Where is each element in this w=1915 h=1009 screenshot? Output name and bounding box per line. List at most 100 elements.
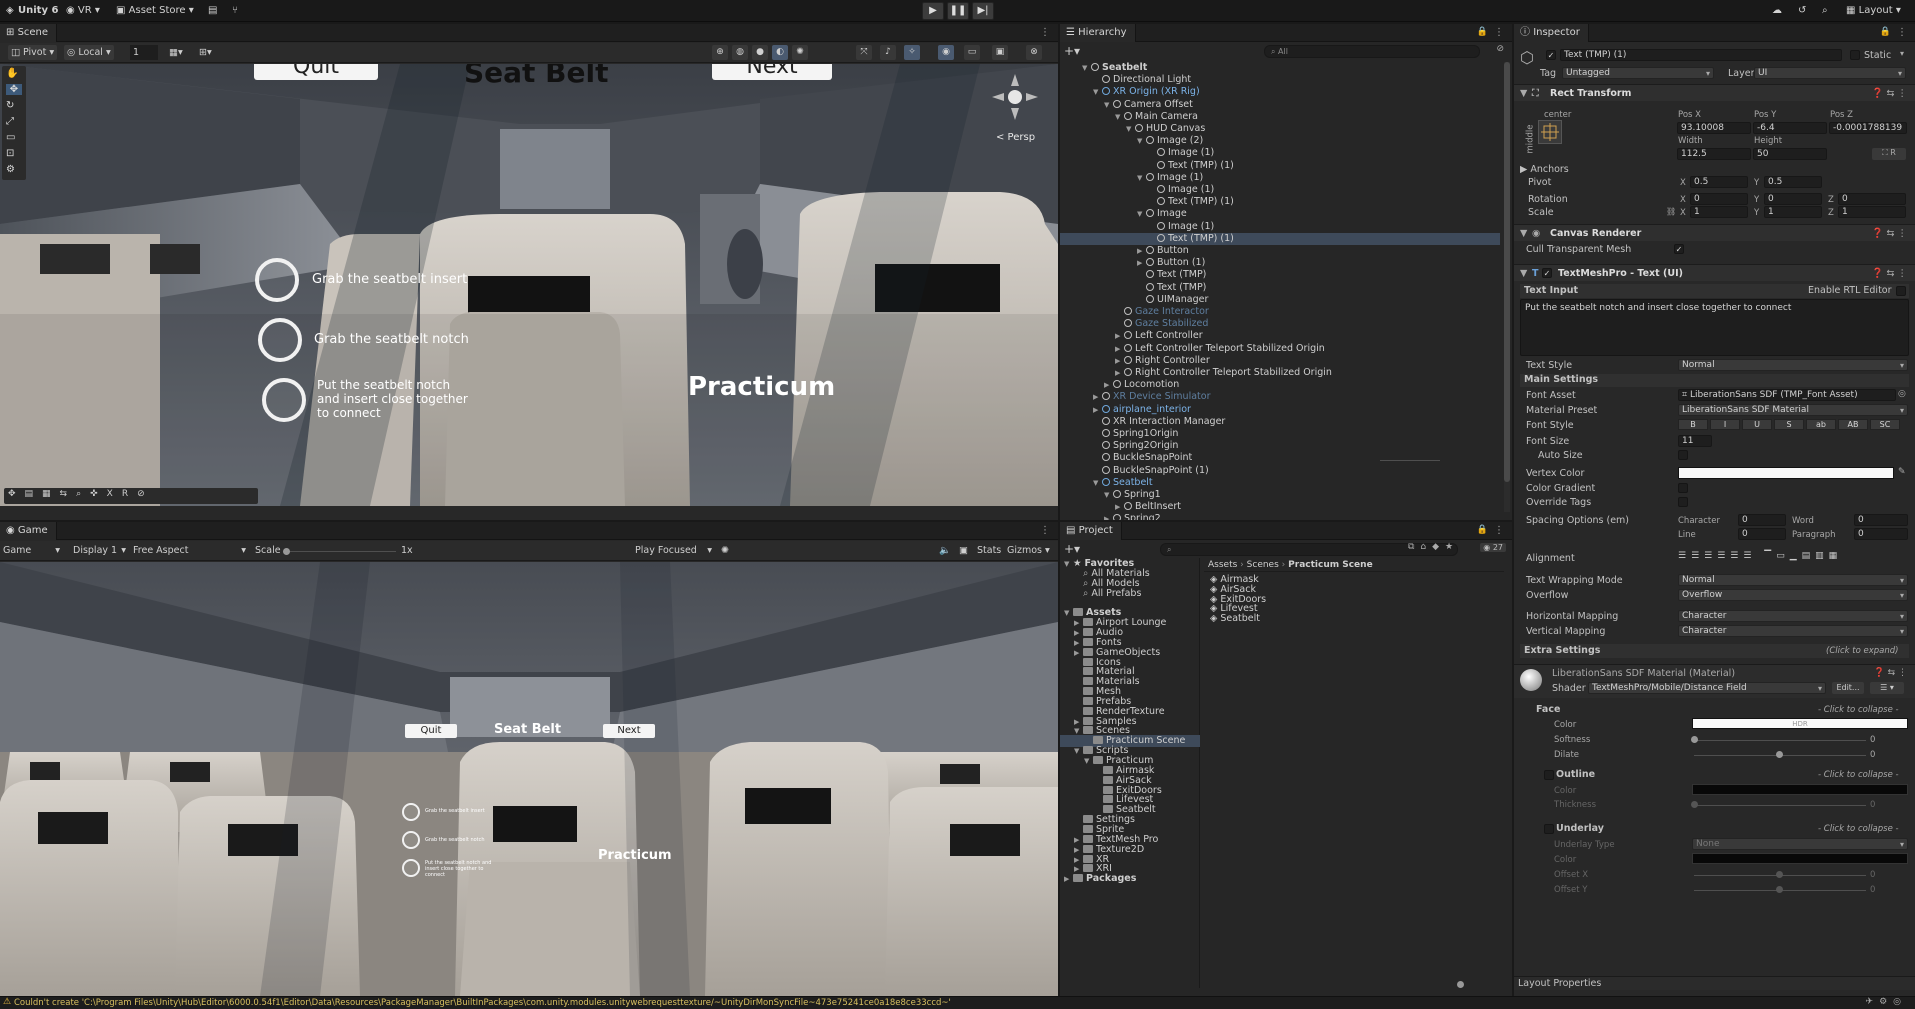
line-spacing-field[interactable]: 0 <box>1738 528 1786 540</box>
font-style-button[interactable]: B <box>1678 419 1708 430</box>
expand-arrow-icon[interactable]: ▼ <box>1093 477 1102 489</box>
underlay-header[interactable]: Underlay - Click to collapse - <box>1556 823 1909 837</box>
hierarchy-item[interactable]: Image (1) <box>1060 147 1500 159</box>
pivot-x-field[interactable]: 0.5 <box>1690 176 1748 188</box>
lit-icon[interactable]: ◐ <box>772 45 788 60</box>
asset-store-button[interactable]: ▣ Asset Store ▾ <box>116 3 194 19</box>
hierarchy-item[interactable]: Spring2Origin <box>1060 440 1500 452</box>
font-asset-field[interactable]: ⌗ LiberationSans SDF (TMP_Font Asset) <box>1678 389 1896 401</box>
more-icon[interactable]: ⋮ <box>1040 525 1050 536</box>
expand-arrow-icon[interactable]: ▶ <box>1137 245 1146 257</box>
hierarchy-item[interactable]: ▶ Locomotion <box>1060 379 1500 391</box>
extra-settings-header[interactable]: Extra Settings (Click to expand) <box>1520 644 1909 658</box>
hierarchy-item[interactable]: ▶ Button <box>1060 245 1500 257</box>
project-filter-icons[interactable]: ⧉⌂◆★ <box>1408 542 1459 552</box>
rect-tool-icon[interactable]: ▭ <box>6 132 15 143</box>
play-button[interactable]: ▶ <box>922 2 944 20</box>
create-asset-button[interactable]: +▾ <box>1064 542 1080 556</box>
tab-hierarchy[interactable]: ☰ Hierarchy <box>1060 24 1136 42</box>
material-preset-dropdown[interactable]: LiberationSans SDF Material <box>1678 404 1908 416</box>
softness-knob[interactable] <box>1691 736 1698 743</box>
layer-dropdown[interactable]: UI <box>1754 67 1906 79</box>
expand-arrow-icon[interactable]: ▼ <box>1137 135 1146 147</box>
shader-options-button[interactable]: ☰ ▾ <box>1870 682 1904 694</box>
overlay-tools-icon[interactable]: ✥▤▦⇆⌕✜XR⊘ <box>8 489 154 499</box>
expand-arrow-icon[interactable]: ▼ <box>1093 86 1102 98</box>
blueprint-raw-buttons[interactable]: ⛶ R <box>1872 148 1906 160</box>
hierarchy-item[interactable]: ▼ Image <box>1060 208 1500 220</box>
static-checkbox[interactable] <box>1850 50 1860 60</box>
offset-y-knob[interactable] <box>1776 886 1783 893</box>
hierarchy-item[interactable]: ▶ Spring2 <box>1060 513 1500 520</box>
posx-field[interactable]: 93.10008 <box>1677 122 1751 134</box>
expand-arrow-icon[interactable]: ▼ <box>1126 123 1135 135</box>
outline-checkbox[interactable] <box>1544 770 1554 780</box>
pivot-dropdown[interactable]: ◫ Pivot ▾ <box>8 45 58 60</box>
version-control-icon[interactable]: ⑂ <box>232 3 238 19</box>
underlay-color-swatch[interactable] <box>1692 853 1908 864</box>
hierarchy-item[interactable]: BuckleSnapPoint <box>1060 452 1500 464</box>
layout-properties-bar[interactable]: Layout Properties <box>1514 976 1915 990</box>
underlay-checkbox[interactable] <box>1544 824 1554 834</box>
outline-color-swatch[interactable] <box>1692 784 1908 795</box>
foldout-icon[interactable]: ▼ <box>1520 265 1527 282</box>
dilate-knob[interactable] <box>1776 751 1783 758</box>
hierarchy-item[interactable]: Directional Light <box>1060 74 1500 86</box>
game-viewport[interactable]: Quit Seat Belt Next Grab the seatbelt in… <box>0 562 1058 996</box>
scale-slider[interactable] <box>286 551 396 552</box>
gizmos-dropdown[interactable]: Gizmos ▾ <box>1004 543 1053 558</box>
pivot-y-field[interactable]: 0.5 <box>1764 176 1822 188</box>
more-icon[interactable]: ⋮ <box>1897 27 1907 38</box>
rotate-tool-icon[interactable]: ↻ <box>6 100 14 111</box>
audio-toggle-icon[interactable]: ♪ <box>880 45 896 60</box>
layout-dropdown[interactable]: ▦ Layout ▾ <box>1846 3 1901 19</box>
hand-tool-icon[interactable]: ✋ <box>6 68 18 79</box>
dilate-value[interactable]: 0 <box>1870 750 1875 760</box>
shader-dropdown[interactable]: TextMeshPro/Mobile/Distance Field <box>1588 682 1826 694</box>
scale-slider-knob[interactable] <box>283 548 290 555</box>
draw-mode-icon[interactable]: ⊕ <box>712 45 728 60</box>
shader-edit-button[interactable]: Edit... <box>1832 682 1864 694</box>
scene-viewport[interactable]: ✋ ✥ ↻ ⤢ ▭ ⊡ ⚙ < Persp Quit Seat Belt Nex… <box>0 64 1058 506</box>
scale-tool-icon[interactable]: ⤢ <box>6 116 14 127</box>
hierarchy-item[interactable]: Text (TMP) (1) <box>1060 196 1500 208</box>
anchors-foldout[interactable]: ▶ Anchors <box>1520 164 1569 175</box>
2d-toggle-icon[interactable]: ⤧ <box>856 45 872 60</box>
breadcrumb-practicum-scene[interactable]: Practicum Scene <box>1288 560 1373 570</box>
lock-icon[interactable]: 🔒 <box>1477 27 1488 37</box>
scale-y-field[interactable]: 1 <box>1764 206 1822 218</box>
hierarchy-item[interactable]: Text (TMP) <box>1060 269 1500 281</box>
breadcrumb-scenes[interactable]: Scenes <box>1247 560 1279 570</box>
transform-tool-icon[interactable]: ⊡ <box>6 148 14 159</box>
visibility-icon[interactable]: ◉ <box>938 45 954 60</box>
hierarchy-item[interactable]: ▼ HUD Canvas <box>1060 123 1500 135</box>
hierarchy-item[interactable]: ▼ Main Camera <box>1060 111 1500 123</box>
hierarchy-item[interactable]: ▶ XR Device Simulator <box>1060 391 1500 403</box>
expand-arrow-icon[interactable]: ▶ <box>1115 367 1124 379</box>
status-icons[interactable]: ✈⚙◎ <box>1866 997 1907 1007</box>
effects-icon[interactable]: ✧ <box>904 45 920 60</box>
hierarchy-item[interactable]: ▼ Seatbelt <box>1060 477 1500 489</box>
local-dropdown[interactable]: ◎ Local ▾ <box>64 45 114 60</box>
expand-arrow-icon[interactable]: ▶ <box>1093 391 1102 403</box>
hierarchy-scrollbar[interactable] <box>1504 62 1510 512</box>
paragraph-spacing-field[interactable]: 0 <box>1854 528 1908 540</box>
posz-field[interactable]: -0.0001788139 <box>1829 122 1907 134</box>
hierarchy-item[interactable]: ▼ Image (1) <box>1060 172 1500 184</box>
expand-arrow-icon[interactable]: ▶ <box>1093 404 1102 416</box>
tab-game[interactable]: ◉ Game <box>0 522 57 540</box>
material-menu-icon[interactable]: ❓ ⇆ ⋮ <box>1874 668 1907 678</box>
active-checkbox[interactable]: ✓ <box>1546 50 1556 60</box>
hierarchy-item[interactable]: Text (TMP) (1) <box>1060 232 1500 245</box>
vertex-color-swatch[interactable] <box>1678 467 1894 479</box>
rect-transform-header[interactable]: ▼ ⛶ Rect Transform ❓ ⇆ ⋮ <box>1514 84 1915 101</box>
overflow-dropdown[interactable]: Overflow <box>1678 589 1908 601</box>
hierarchy-item[interactable]: ▶ Left Controller Teleport Stabilized Ori… <box>1060 343 1500 355</box>
lighting-icon[interactable]: ✺ <box>792 45 808 60</box>
font-style-button[interactable]: I <box>1710 419 1740 430</box>
anchor-preset-button[interactable] <box>1538 120 1562 144</box>
expand-arrow-icon[interactable]: ▼ <box>1082 62 1091 74</box>
pause-button[interactable]: ❚❚ <box>947 2 969 20</box>
hierarchy-item[interactable]: ▶ airplane_interior <box>1060 404 1500 416</box>
hmap-dropdown[interactable]: Character <box>1678 610 1908 622</box>
